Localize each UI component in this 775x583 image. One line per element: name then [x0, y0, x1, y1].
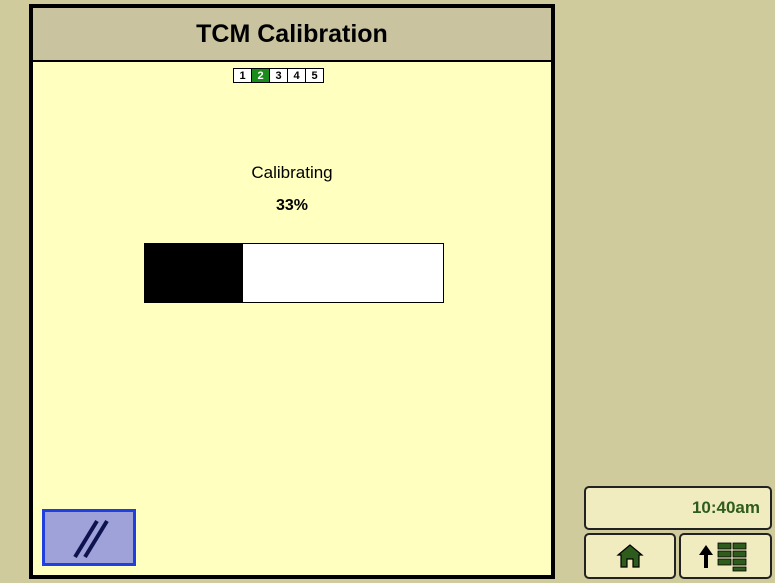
step-5: 5 [311, 69, 318, 82]
calibration-progress-bar [144, 243, 444, 303]
menu-button[interactable] [679, 533, 772, 579]
step-3: 3 [270, 69, 288, 82]
slash-lines-icon [73, 519, 109, 558]
home-button[interactable] [584, 533, 676, 579]
step-indicator: 1 2 3 4 5 [233, 68, 324, 83]
calibration-percent: 33% [275, 197, 309, 214]
page-title: TCM Calibration [33, 8, 551, 62]
calibration-panel: TCM Calibration 1 2 3 4 5 Calibrating 33… [29, 4, 555, 579]
shortcut-button[interactable] [42, 509, 136, 566]
clock-display: 10:40am [584, 486, 772, 530]
calibration-status-label: Calibrating [251, 163, 333, 182]
home-icon [616, 544, 644, 568]
menu-up-arrow-icon [698, 542, 746, 572]
progress-fill [145, 244, 244, 302]
step-1: 1 [234, 69, 252, 82]
step-2: 2 [252, 69, 270, 82]
step-4: 4 [288, 69, 306, 82]
